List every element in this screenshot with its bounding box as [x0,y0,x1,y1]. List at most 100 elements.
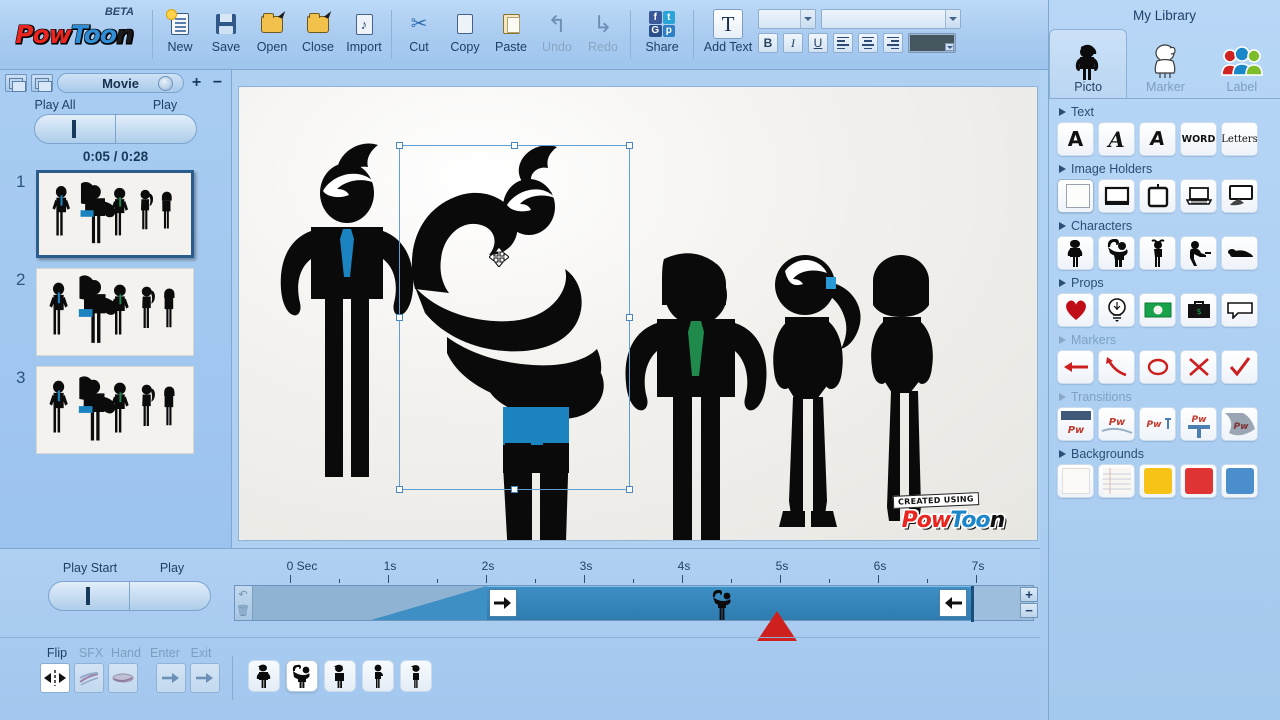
man-hands-up-icon[interactable] [1139,236,1176,270]
sfx-button[interactable] [74,663,104,693]
tab-label[interactable]: Label [1204,29,1280,98]
list-item[interactable]: 2 [16,268,231,356]
tab-picto[interactable]: Picto [1049,29,1127,98]
timeline-play-button[interactable] [129,582,210,610]
man-flexing-icon[interactable] [1098,236,1135,270]
yellow-bg[interactable] [1139,464,1176,498]
section-header-markers[interactable]: Markers [1057,330,1272,350]
slide-thumbnail[interactable] [36,268,194,356]
man-lying-icon[interactable] [1221,236,1258,270]
blue-bg[interactable] [1221,464,1258,498]
track-reset-icon[interactable]: ↶ [235,586,251,602]
movie-tab[interactable]: Movie [57,73,184,93]
new-button[interactable]: New [157,9,203,54]
timeline-zoom-in-button[interactable]: + [1020,587,1038,602]
letters-box-icon[interactable]: Letters [1221,122,1258,156]
slide-thumbnail[interactable] [36,366,194,454]
section-header-backgrounds[interactable]: Backgrounds [1057,444,1272,464]
section-header-props[interactable]: Props [1057,273,1272,293]
laptop-icon[interactable] [1180,179,1217,213]
pose-hands-hips[interactable] [324,660,356,692]
exit-button[interactable] [190,663,220,693]
paper-plain-bg[interactable] [1057,464,1094,498]
align-center-button[interactable] [858,33,878,53]
man-typing-icon[interactable] [1180,236,1217,270]
track-delete-icon[interactable]: 🗑 [235,602,251,618]
enter-button[interactable] [156,663,186,693]
add-text-button[interactable]: T Add Text [698,9,758,54]
sign-board-icon[interactable] [1139,179,1176,213]
list-item[interactable]: 3 [16,366,231,454]
play-start-button[interactable] [49,582,129,610]
text-color-swatch[interactable] [908,33,956,53]
briefcase-icon[interactable]: $ [1180,293,1217,327]
slide-thumbnail[interactable] [36,170,194,258]
cut-button[interactable]: ✂ Cut [396,9,442,54]
speech-bubble-icon[interactable] [1221,293,1258,327]
redo-button[interactable]: ↳ Redo [580,9,626,54]
arrow-left-icon[interactable] [1057,350,1094,384]
remove-slide-button[interactable]: − [209,74,226,92]
share-button[interactable]: f t G p Share [635,9,689,54]
canvas[interactable]: CREATED USING PowToon [238,86,1038,541]
blank-frame-icon[interactable] [1057,179,1094,213]
transition-slide-icon[interactable]: Pw [1057,407,1094,441]
word-box-icon[interactable]: WORD [1180,122,1217,156]
open-button[interactable]: Open [249,9,295,54]
playhead-line[interactable] [971,586,974,622]
italic-button[interactable]: I [783,33,803,53]
section-header-transitions[interactable]: Transitions [1057,387,1272,407]
undo-button[interactable]: ↰ Undo [534,9,580,54]
transition-drop-icon[interactable]: Pw [1180,407,1217,441]
play-button[interactable] [115,115,196,143]
letter-A-bold-icon[interactable]: A [1057,122,1094,156]
letter-A-thin-icon[interactable]: A [1139,122,1176,156]
font-family-select[interactable] [821,9,961,29]
exit-chip[interactable] [939,589,967,617]
save-button[interactable]: Save [203,9,249,54]
pose-idle[interactable] [400,660,432,692]
transition-type-icon[interactable]: Pw [1139,407,1176,441]
align-right-button[interactable] [883,33,903,53]
paper-lined-bg[interactable] [1098,464,1135,498]
pose-flexing[interactable] [286,660,318,692]
section-header-characters[interactable]: Characters [1057,216,1272,236]
tv-icon[interactable] [1221,179,1258,213]
hand-button[interactable] [108,663,138,693]
play-all-button[interactable] [35,115,115,143]
list-item[interactable]: 1 [16,170,231,258]
tab-marker[interactable]: Marker [1127,29,1203,98]
lightbulb-icon[interactable] [1098,293,1135,327]
close-button[interactable]: Close [295,9,341,54]
timeline-zoom-out-button[interactable]: − [1020,603,1038,618]
monitor-icon[interactable] [1098,179,1135,213]
import-button[interactable]: ♪ Import [341,9,387,54]
app-logo[interactable]: PowToon BETA [0,0,148,69]
red-bg[interactable] [1180,464,1217,498]
flip-button[interactable] [40,663,70,693]
cross-icon[interactable] [1180,350,1217,384]
section-header-image-holders[interactable]: Image Holders [1057,159,1272,179]
enter-chip[interactable] [489,589,517,617]
font-size-select[interactable] [758,9,816,29]
pose-standing[interactable] [248,660,280,692]
storyboard-view-icon[interactable] [31,74,53,92]
slides-view-icon[interactable] [5,74,27,92]
transition-wipe-icon[interactable]: Pw [1098,407,1135,441]
pose-pointing[interactable] [362,660,394,692]
letter-A-sketch-icon[interactable]: A [1098,122,1135,156]
timeline-track[interactable]: ↶ 🗑 [234,585,1034,621]
arrow-curved-icon[interactable] [1098,350,1135,384]
man-standing-icon[interactable] [1057,236,1094,270]
heart-icon[interactable] [1057,293,1094,327]
transition-hand-icon[interactable]: Pw [1221,407,1258,441]
paste-button[interactable]: Paste [488,9,534,54]
circle-icon[interactable] [1139,350,1176,384]
add-slide-button[interactable]: + [188,74,205,92]
movie-settings-icon[interactable] [158,76,173,91]
copy-button[interactable]: Copy [442,9,488,54]
flexing-character-marker[interactable] [711,590,733,620]
underline-button[interactable]: U [808,33,828,53]
bold-button[interactable]: B [758,33,778,53]
timeline-ruler[interactable]: 0 Sec 1s 2s 3s 4s 5s 6s 7s [234,559,1034,585]
